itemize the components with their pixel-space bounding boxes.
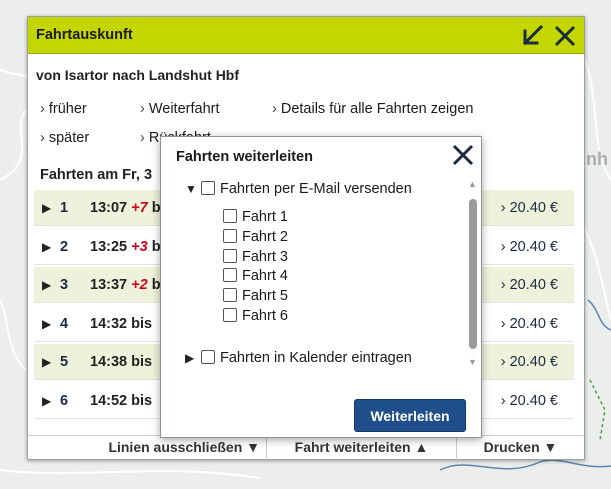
calendar-group-checkbox[interactable] xyxy=(201,350,215,364)
details-all-link[interactable]: › Details für alle Fahrten zeigen xyxy=(272,101,473,117)
trips-date-heading: Fahrten am Fr, 3 xyxy=(40,167,153,183)
later-label: später xyxy=(48,130,90,146)
route-heading: von Isartor nach Landshut Hbf xyxy=(36,67,240,83)
collapsed-triangle-icon[interactable]: ▶ xyxy=(185,351,201,365)
panel-footer: Linien ausschließen ▼ Fahrt weiterleiten… xyxy=(28,435,584,460)
departure-time: 13:37 xyxy=(90,277,128,293)
map-place-label: nh xyxy=(586,149,608,169)
trip-checkbox[interactable] xyxy=(223,228,237,243)
email-trip-option: Fahrt 3 xyxy=(223,248,288,265)
later-link[interactable]: › später xyxy=(40,130,89,146)
trip-price-link[interactable]: › 20.40 € xyxy=(501,393,558,409)
forward-trip-button[interactable]: Fahrt weiterleiten ▲ xyxy=(266,436,456,460)
departure-time: 13:07 xyxy=(90,200,128,216)
expanded-triangle-icon[interactable]: ▼ xyxy=(185,182,201,196)
email-trip-option: Fahrt 2 xyxy=(223,228,288,245)
delay-badge: +7 xyxy=(131,200,148,216)
trip-checkbox[interactable] xyxy=(223,248,237,263)
exclude-lines-button[interactable]: Linien ausschließen ▼ xyxy=(28,436,266,460)
panel-header: Fahrtauskunft xyxy=(28,17,584,54)
departure-time: 14:52 bis xyxy=(90,392,153,409)
email-group-label: Fahrten per E-Mail versenden xyxy=(220,181,412,197)
expand-triangle-icon[interactable]: ▶ xyxy=(42,201,51,215)
link-arrow-icon: › xyxy=(140,101,145,117)
onward-link[interactable]: › Weiterfahrt xyxy=(140,101,220,117)
trip-price-link[interactable]: › 20.40 € xyxy=(501,277,558,293)
scroll-down-arrow-icon[interactable]: ▼ xyxy=(468,357,477,367)
expand-triangle-icon[interactable]: ▶ xyxy=(42,394,51,408)
trip-time: 13:25 +3 b xyxy=(90,239,161,255)
trip-time: 13:07 +7 b xyxy=(90,200,161,216)
departure-time: 13:25 xyxy=(90,238,128,255)
trip-checkbox[interactable] xyxy=(223,308,237,322)
trip-number: 3 xyxy=(60,277,69,293)
print-button[interactable]: Drucken ▼ xyxy=(456,436,584,460)
link-arrow-icon: › xyxy=(140,130,145,146)
email-trip-option: Fahrt 6 xyxy=(223,308,288,324)
link-arrow-icon: › xyxy=(272,101,277,117)
email-group-row: ▼ Fahrten per E-Mail versenden xyxy=(185,181,412,197)
trip-time: 14:32 bis xyxy=(90,316,152,332)
trip-checkbox[interactable] xyxy=(223,209,237,223)
trip-number: 2 xyxy=(60,238,69,255)
trip-number: 5 xyxy=(60,354,69,370)
close-icon[interactable] xyxy=(449,141,477,169)
trip-checkbox[interactable] xyxy=(223,268,237,283)
trip-option-label: Fahrt 4 xyxy=(242,268,288,285)
email-trip-option: Fahrt 5 xyxy=(223,288,288,304)
expand-triangle-icon[interactable]: ▶ xyxy=(42,240,51,254)
email-group-checkbox[interactable] xyxy=(201,181,215,195)
email-trip-option: Fahrt 1 xyxy=(223,209,288,225)
trip-price-link[interactable]: › 20.40 € xyxy=(501,239,558,255)
scroll-up-arrow-icon[interactable]: ▲ xyxy=(468,179,477,189)
trip-time: 14:52 bis xyxy=(90,393,152,409)
expand-triangle-icon[interactable]: ▶ xyxy=(42,355,51,369)
calendar-group-row: ▶ Fahrten in Kalender eintragen xyxy=(185,350,412,366)
panel-title: Fahrtauskunft xyxy=(36,27,133,43)
dialog-title: Fahrten weiterleiten xyxy=(176,149,313,165)
details-all-label: Details für alle Fahrten zeigen xyxy=(280,101,474,117)
email-trip-option: Fahrt 4 xyxy=(223,268,288,284)
trip-number: 1 xyxy=(60,200,69,216)
trip-price-link[interactable]: › 20.40 € xyxy=(501,200,558,216)
expand-triangle-icon[interactable]: ▶ xyxy=(42,278,51,292)
dialog-scrollbar[interactable]: ▲ ▼ xyxy=(467,179,479,371)
forward-submit-button[interactable]: Weiterleiten xyxy=(354,399,466,432)
trip-time: 13:37 +2 b xyxy=(90,277,161,293)
expand-triangle-icon[interactable]: ▶ xyxy=(42,317,51,331)
forward-trips-dialog: Fahrten weiterleiten ▼ Fahrten per E-Mail… xyxy=(160,136,482,438)
delay-badge: +3 xyxy=(131,238,148,255)
trip-checkbox[interactable] xyxy=(223,288,237,303)
scrollbar-thumb[interactable] xyxy=(469,199,477,349)
trip-price-link[interactable]: › 20.40 € xyxy=(501,316,558,332)
trip-number: 6 xyxy=(60,392,69,409)
trip-option-label: Fahrt 5 xyxy=(242,288,288,305)
earlier-link[interactable]: › früher xyxy=(40,101,87,117)
earlier-label: früher xyxy=(48,101,87,117)
departure-time: 14:32 bis xyxy=(90,315,153,332)
departure-time: 14:38 bis xyxy=(90,354,153,370)
trip-option-label: Fahrt 3 xyxy=(242,248,288,265)
trip-number: 4 xyxy=(60,315,69,332)
trip-option-label: Fahrt 6 xyxy=(242,308,288,324)
onward-label: Weiterfahrt xyxy=(148,101,220,117)
link-arrow-icon: › xyxy=(40,101,45,117)
close-icon[interactable] xyxy=(551,22,579,50)
trip-option-label: Fahrt 1 xyxy=(242,209,288,225)
calendar-group-label: Fahrten in Kalender eintragen xyxy=(220,350,412,366)
trip-time: 14:38 bis xyxy=(90,354,152,370)
minimize-icon[interactable] xyxy=(519,22,547,50)
trip-price-link[interactable]: › 20.40 € xyxy=(501,354,558,370)
delay-badge: +2 xyxy=(131,277,148,293)
link-arrow-icon: › xyxy=(40,130,45,146)
trip-option-label: Fahrt 2 xyxy=(242,228,288,245)
